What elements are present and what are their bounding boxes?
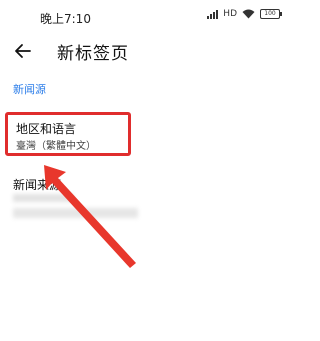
battery-icon: 100 xyxy=(260,9,282,19)
signal-icon xyxy=(207,9,219,19)
wifi-icon xyxy=(242,9,255,19)
setting-news-source-title: 新闻来源 xyxy=(13,178,62,192)
setting-region-language[interactable]: 地区和语言 臺灣（繁體中文） xyxy=(5,112,131,156)
setting-region-value: 臺灣（繁體中文） xyxy=(16,141,96,152)
battery-level: 100 xyxy=(264,10,276,17)
app-header: 新标签页 xyxy=(0,34,290,72)
back-button[interactable] xyxy=(12,40,34,62)
setting-region-title: 地区和语言 xyxy=(16,122,77,136)
page-title: 新标签页 xyxy=(57,44,129,64)
status-time: 晚上7:10 xyxy=(40,12,91,26)
blurred-value xyxy=(13,208,138,218)
blurred-value xyxy=(13,194,73,202)
network-badge: HD xyxy=(223,9,237,19)
setting-news-source[interactable]: 新闻来源 xyxy=(0,172,290,222)
arrow-left-icon xyxy=(15,44,31,58)
section-header-news-feed: 新闻源 xyxy=(13,83,46,96)
status-icons: HD 100 xyxy=(207,9,282,19)
status-bar: 晚上7:10 HD 100 xyxy=(0,0,290,34)
